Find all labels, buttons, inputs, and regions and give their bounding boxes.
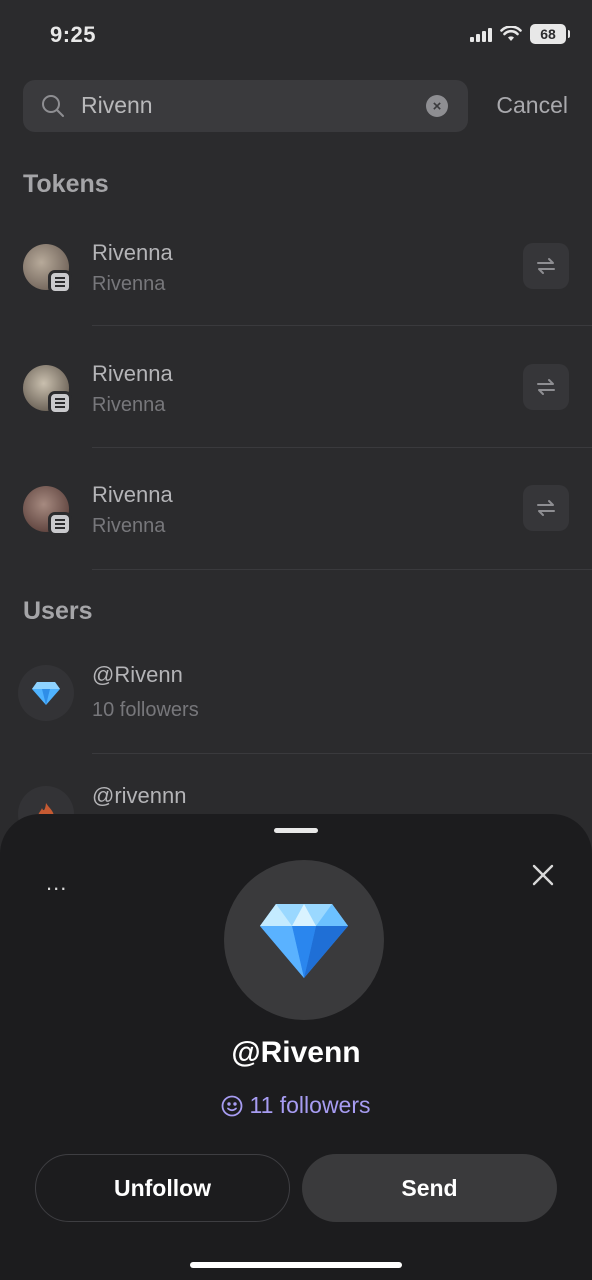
profile-sheet: ... @Rivenn 11 followers Unfollow Send [0, 814, 592, 1280]
swap-button[interactable] [523, 243, 569, 289]
search-icon [42, 95, 64, 117]
swap-icon [537, 258, 555, 274]
smile-icon [222, 1095, 243, 1116]
token-symbol: Rivenna [92, 273, 166, 295]
chain-badge-icon [48, 391, 72, 415]
divider [92, 753, 592, 754]
tokens-section-title: Tokens [23, 170, 109, 198]
token-symbol: Rivenna [92, 394, 166, 416]
gem-icon [260, 904, 348, 978]
unfollow-button[interactable]: Unfollow [35, 1154, 290, 1222]
signal-icon [470, 26, 492, 42]
sheet-grabber[interactable] [274, 828, 318, 833]
divider [92, 569, 592, 570]
user-row[interactable]: @Rivenn 10 followers [0, 636, 592, 756]
battery-indicator: 68 [530, 24, 570, 44]
followers-count[interactable]: 11 followers [0, 1092, 592, 1119]
token-row[interactable]: Rivenna Rivenna [0, 327, 592, 448]
chain-badge-icon [48, 512, 72, 536]
profile-avatar [224, 860, 384, 1020]
wifi-icon [500, 26, 522, 41]
swap-icon [537, 379, 555, 395]
token-row[interactable]: Rivenna Rivenna [0, 206, 592, 326]
home-indicator[interactable] [190, 1262, 402, 1268]
token-name: Rivenna [92, 482, 173, 507]
user-handle: @Rivenn [92, 662, 183, 687]
search-field[interactable]: × [23, 80, 468, 132]
users-section-title: Users [23, 597, 93, 625]
more-options-button[interactable]: ... [46, 870, 67, 896]
clear-search-icon[interactable]: × [426, 95, 448, 117]
profile-handle: @Rivenn [231, 1036, 361, 1069]
chain-badge-icon [48, 270, 72, 294]
swap-button[interactable] [523, 485, 569, 531]
divider [92, 325, 592, 326]
send-button[interactable]: Send [302, 1154, 557, 1222]
status-icons: 68 [470, 24, 570, 44]
token-name: Rivenna [92, 240, 173, 265]
gem-icon [18, 665, 74, 721]
status-time: 9:25 [50, 22, 97, 47]
search-row: × Cancel [23, 80, 568, 132]
swap-icon [537, 500, 555, 516]
cancel-button[interactable]: Cancel [496, 92, 568, 119]
followers-label: 11 followers [249, 1092, 371, 1118]
user-followers: 10 followers [92, 699, 199, 721]
token-name: Rivenna [92, 361, 173, 386]
token-symbol: Rivenna [92, 515, 166, 537]
search-input[interactable] [81, 92, 411, 119]
user-handle: @rivennn [92, 783, 187, 808]
swap-button[interactable] [523, 364, 569, 410]
status-bar: 9:25 68 [0, 0, 592, 70]
token-row[interactable]: Rivenna Rivenna [0, 448, 592, 570]
close-icon[interactable] [530, 862, 556, 888]
